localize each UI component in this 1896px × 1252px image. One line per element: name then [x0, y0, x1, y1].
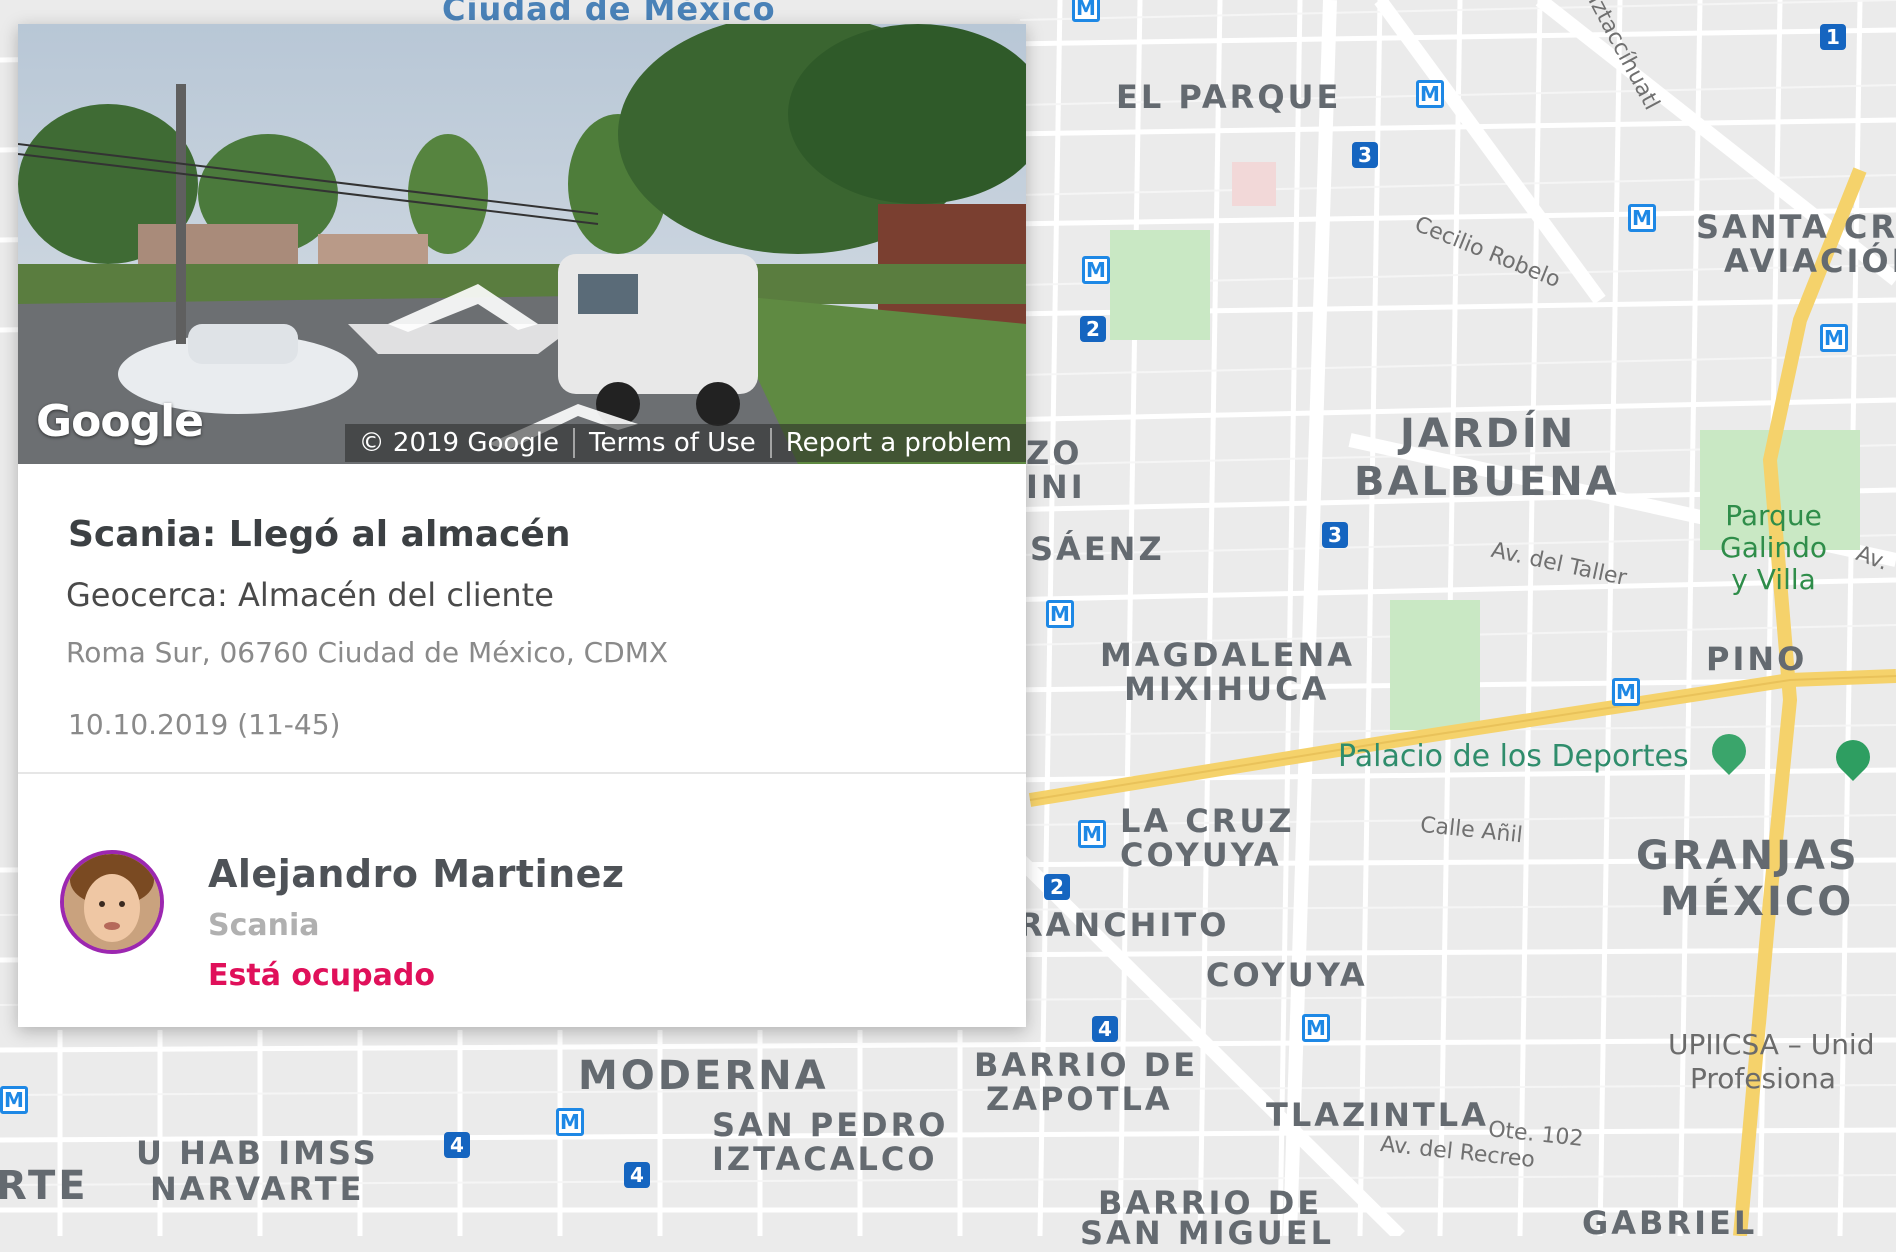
palacio-deportes-label: Palacio de los Deportes — [1338, 739, 1689, 774]
parque-galindo-label: Parque Galindo y Villa — [1720, 499, 1828, 597]
neighborhood-barrio-sm-2: SAN MIGUEL — [1080, 1214, 1334, 1252]
address-text: Roma Sur, 06760 Ciudad de México, CDMX — [66, 636, 669, 669]
street-view-image[interactable]: Google © 2019 Google Terms of Use Report… — [18, 24, 1026, 464]
line-1-icon[interactable]: 1 — [1820, 24, 1846, 50]
neighborhood-la-cruz: LA CRUZ — [1120, 802, 1295, 840]
neighborhood-mixihuca: MIXIHUCA — [1124, 670, 1330, 708]
neighborhood-el-parque: EL PARQUE — [1116, 78, 1342, 116]
line-4-icon[interactable]: 4 — [1092, 1016, 1118, 1042]
upiicsa-label-1: UPIICSA – Unid — [1668, 1028, 1875, 1061]
neighborhood-barrio-zapotla-1: BARRIO DE — [974, 1046, 1199, 1084]
upiicsa-label-2: Profesiona — [1690, 1062, 1836, 1095]
google-watermark: Google — [36, 396, 204, 447]
neighborhood-santa-cruz: SANTA CRU — [1696, 208, 1896, 246]
neighborhood-mexico: MÉXICO — [1660, 879, 1855, 925]
driver-name: Alejandro Martinez — [208, 852, 625, 896]
neighborhood-moderna: MODERNA — [578, 1053, 829, 1099]
line-3-icon[interactable]: 3 — [1322, 522, 1348, 548]
event-info-card: Google © 2019 Google Terms of Use Report… — [18, 24, 1026, 1027]
neighborhood-barrio-zapotla-2: ZAPOTLA — [986, 1080, 1173, 1118]
neighborhood-jardin: JARDÍN — [1400, 411, 1577, 457]
neighborhood-zo: ZO — [1026, 434, 1083, 472]
neighborhood-pino: PINO — [1706, 640, 1808, 678]
neighborhood-granjas: GRANJAS — [1636, 833, 1860, 879]
street-view-footer: © 2019 Google Terms of Use Report a prob… — [344, 424, 1026, 462]
metro-icon[interactable]: M — [1078, 820, 1106, 848]
geofence-text: Geocerca: Almacén del cliente — [66, 576, 554, 614]
line-3-icon[interactable]: 3 — [1352, 142, 1378, 168]
line-2-icon[interactable]: 2 — [1044, 874, 1070, 900]
neighborhood-saenz: SÁENZ — [1030, 530, 1165, 568]
card-divider — [18, 772, 1026, 774]
neighborhood-san-pedro: SAN PEDRO — [712, 1106, 949, 1144]
neighborhood-ini: INI — [1026, 468, 1086, 506]
metro-icon[interactable]: M — [1416, 80, 1444, 108]
metro-icon[interactable]: M — [1612, 678, 1640, 706]
metro-icon[interactable]: M — [0, 1086, 28, 1114]
terms-of-use-link[interactable]: Terms of Use — [573, 428, 770, 458]
neighborhood-narvarte: NARVARTE — [150, 1170, 365, 1208]
vehicle-name: Scania — [208, 908, 320, 943]
metro-icon[interactable]: M — [556, 1108, 584, 1136]
neighborhood-tlazintla: TLAZINTLA — [1266, 1096, 1489, 1134]
metro-icon[interactable]: M — [1082, 256, 1110, 284]
metro-icon[interactable]: M — [1302, 1014, 1330, 1042]
event-datetime: 10.10.2019 (11-45) — [68, 708, 341, 741]
event-title: Scania: Llegó al almacén — [68, 514, 571, 555]
neighborhood-ranchito: RANCHITO — [1018, 906, 1230, 944]
metro-icon[interactable]: M — [1628, 204, 1656, 232]
driver-status: Está ocupado — [208, 958, 435, 993]
driver-avatar[interactable] — [60, 850, 164, 954]
neighborhood-coyuya-1: COYUYA — [1120, 836, 1282, 874]
neighborhood-u-hab: U HAB IMSS — [136, 1134, 379, 1172]
neighborhood-coyuya-2: COYUYA — [1206, 956, 1368, 994]
line-4-icon[interactable]: 4 — [444, 1132, 470, 1158]
neighborhood-balbuena: BALBUENA — [1354, 459, 1620, 505]
report-problem-link[interactable]: Report a problem — [769, 428, 1026, 458]
neighborhood-magdalena: MAGDALENA — [1100, 636, 1355, 674]
metro-icon[interactable]: M — [1046, 600, 1074, 628]
neighborhood-iztacalco: IZTACALCO — [712, 1140, 938, 1178]
metro-icon[interactable]: M — [1820, 324, 1848, 352]
metro-icon[interactable]: M — [1072, 0, 1100, 22]
line-2-icon[interactable]: 2 — [1080, 316, 1106, 342]
neighborhood-rte: RTE — [0, 1163, 89, 1209]
copyright-text: © 2019 Google — [358, 428, 560, 458]
line-4-icon[interactable]: 4 — [624, 1162, 650, 1188]
neighborhood-aviacion: AVIACIÓN — [1724, 242, 1896, 280]
